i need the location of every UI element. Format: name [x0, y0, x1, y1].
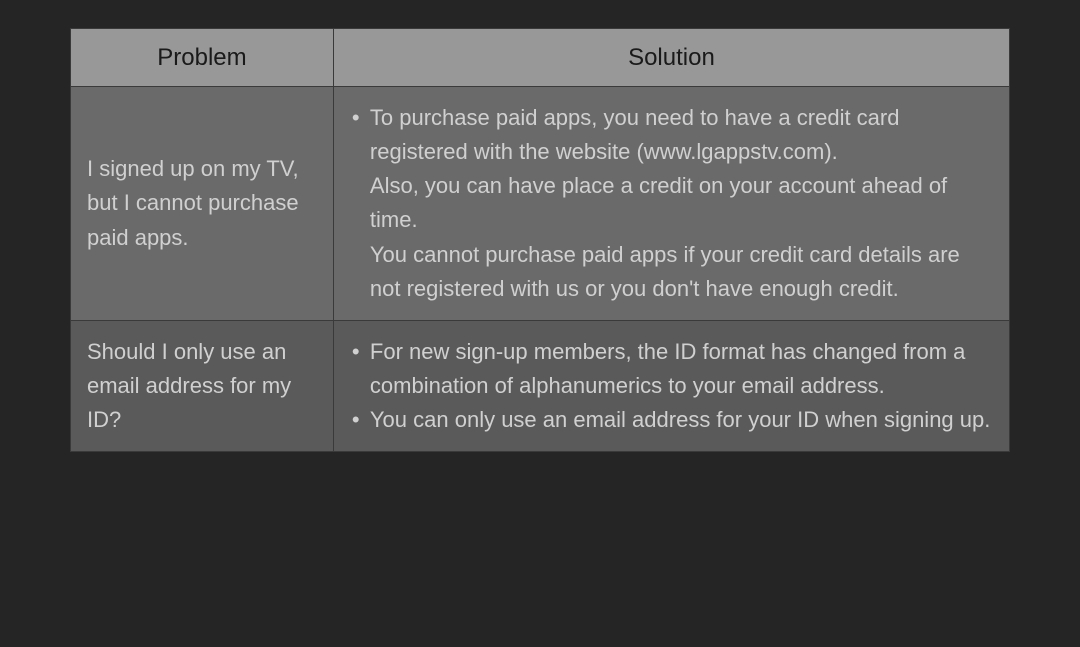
- column-header-problem: Problem: [71, 29, 334, 87]
- solution-list: To purchase paid apps, you need to have …: [350, 101, 995, 306]
- problem-cell: I signed up on my TV, but I cannot purch…: [71, 87, 334, 321]
- solution-item: You can only use an email address for yo…: [350, 403, 995, 437]
- table-row: Should I only use an email address for m…: [71, 320, 1010, 451]
- table-body: I signed up on my TV, but I cannot purch…: [71, 87, 1010, 452]
- table-header-row: Problem Solution: [71, 29, 1010, 87]
- solution-item: For new sign-up members, the ID format h…: [350, 335, 995, 403]
- solution-item: To purchase paid apps, you need to have …: [350, 101, 995, 306]
- column-header-solution: Solution: [333, 29, 1009, 87]
- solution-cell: For new sign-up members, the ID format h…: [333, 320, 1009, 451]
- problem-cell: Should I only use an email address for m…: [71, 320, 334, 451]
- solution-list: For new sign-up members, the ID format h…: [350, 335, 995, 437]
- troubleshooting-table: Problem Solution I signed up on my TV, b…: [70, 28, 1010, 452]
- solution-cell: To purchase paid apps, you need to have …: [333, 87, 1009, 321]
- table-row: I signed up on my TV, but I cannot purch…: [71, 87, 1010, 321]
